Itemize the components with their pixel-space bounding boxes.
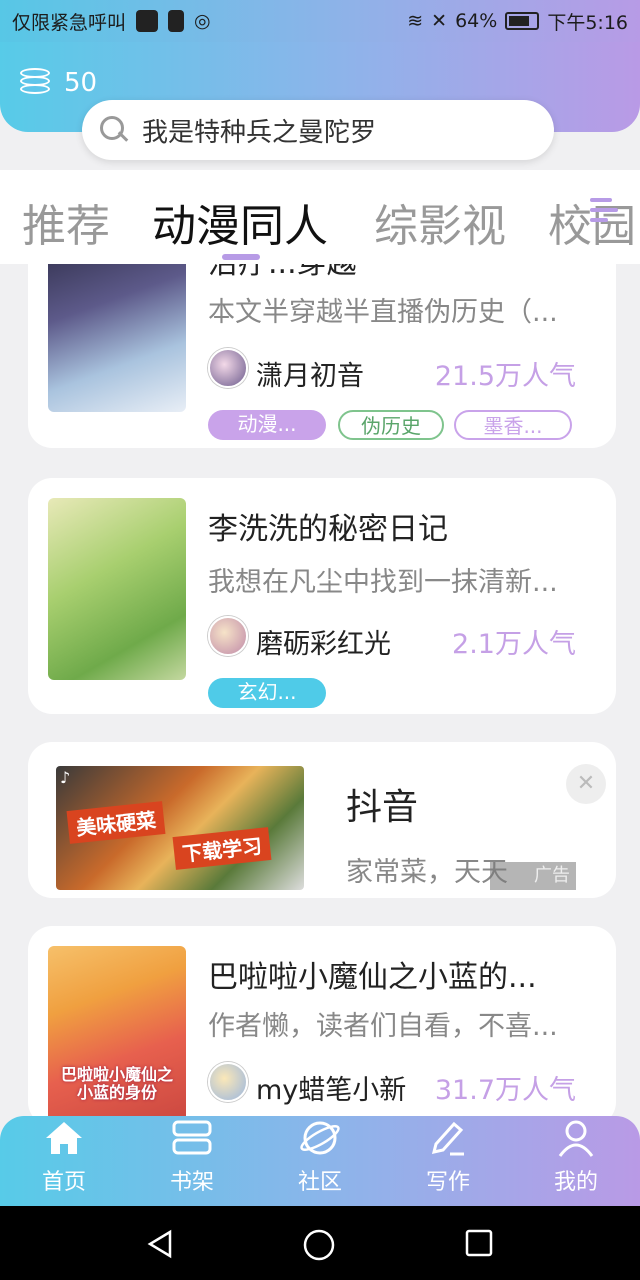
tag[interactable]: 墨香...	[454, 410, 572, 440]
book-cover-text: 巴啦啦小魔仙之小蓝的身份	[60, 1065, 173, 1102]
tab-recommend[interactable]: 推荐	[22, 190, 110, 254]
author-name: my蜡笔小新	[256, 1075, 407, 1106]
author-name: 潇月初音	[256, 361, 364, 392]
home-icon	[46, 1122, 82, 1154]
book-description: 我想在凡尘中找到一抹清新...	[208, 567, 558, 598]
book-description: 本文半穿越半直播伪历史（...	[208, 297, 558, 328]
nav-label: 写作	[425, 1170, 470, 1195]
sd-card-icon	[168, 10, 185, 32]
battery-icon	[505, 12, 540, 30]
nav-profile[interactable]: 我的	[512, 1116, 640, 1206]
douyin-logo-icon: ♪	[60, 768, 71, 787]
nav-label: 社区	[297, 1170, 342, 1195]
battery-percent: 64%	[455, 10, 498, 32]
ad-image-text: 下载学习	[172, 827, 272, 870]
book-card[interactable]: 巴啦啦小魔仙之小蓝的身份 巴啦啦小魔仙之小蓝的... 作者懒，读者们自看，不喜.…	[28, 926, 616, 1126]
book-description: 作者懒，读者们自看，不喜...	[208, 1011, 558, 1042]
app-notification-icon	[136, 10, 159, 32]
book-title: 李洗洗的秘密日记	[208, 512, 448, 547]
nav-label: 书架	[169, 1170, 214, 1195]
category-menu-icon[interactable]	[590, 196, 620, 226]
tag[interactable]: 玄幻...	[208, 678, 326, 708]
tab-film-tv[interactable]: 综影视	[374, 190, 506, 254]
clock: 下午5:16	[547, 11, 628, 34]
wifi-icon: ≋	[407, 10, 424, 32]
popularity: 31.7万人气	[434, 1075, 576, 1106]
nav-label: 首页	[41, 1170, 86, 1195]
coin-count: 50	[64, 68, 98, 98]
status-bar: 仅限紧急呼叫 ◎ ≋ ✕ 64% 下午5:16	[0, 0, 640, 42]
active-tab-indicator	[222, 254, 260, 260]
nav-write[interactable]: 写作	[384, 1116, 512, 1206]
book-cover: 巴啦啦小魔仙之小蓝的身份	[48, 946, 186, 1126]
coins-icon	[20, 66, 54, 100]
tag[interactable]: 动漫...	[208, 410, 326, 440]
nav-community[interactable]: 社区	[256, 1116, 384, 1206]
ad-title: 抖音	[346, 787, 419, 828]
search-icon	[100, 116, 128, 144]
pen-icon	[431, 1121, 464, 1156]
nav-label: 我的	[553, 1170, 598, 1195]
popularity: 2.1万人气	[452, 629, 576, 660]
category-tabs: 推荐 动漫同人 综影视 校园	[0, 170, 640, 264]
book-card[interactable]: 李洗洗的秘密日记 我想在凡尘中找到一抹清新... 磨砺彩红光 2.1万人气 玄幻…	[28, 478, 616, 714]
nav-home[interactable]: 首页	[0, 1116, 128, 1206]
tab-anime-fanfic[interactable]: 动漫同人	[152, 190, 328, 254]
back-icon[interactable]	[144, 1228, 176, 1260]
popularity: 21.5万人气	[434, 361, 576, 392]
avatar	[208, 1062, 248, 1102]
ad-card[interactable]: ♪ 美味硬菜 下载学习 抖音 家常菜，天天 广告 ✕	[28, 742, 616, 898]
coin-balance[interactable]: 50	[20, 66, 97, 100]
search-bar[interactable]: 我是特种兵之曼陀罗	[82, 100, 554, 160]
system-navigation-bar	[0, 1206, 640, 1280]
avatar	[208, 616, 248, 656]
book-cover	[48, 498, 186, 680]
nav-bookshelf[interactable]: 书架	[128, 1116, 256, 1206]
close-icon[interactable]: ✕	[566, 764, 606, 804]
avatar	[208, 348, 248, 388]
bottom-navigation: 首页 书架 社区 写作 我的	[0, 1116, 640, 1206]
ad-image-text: 美味硬菜	[66, 801, 166, 844]
home-button-icon[interactable]	[302, 1228, 336, 1262]
no-signal-icon: ✕	[431, 10, 448, 32]
tag[interactable]: 伪历史	[338, 410, 444, 440]
bookshelf-icon	[172, 1120, 212, 1155]
search-query: 我是特种兵之曼陀罗	[142, 117, 377, 148]
book-title: 巴啦啦小魔仙之小蓝的...	[208, 960, 537, 995]
planet-icon	[300, 1121, 340, 1155]
ad-image: ♪ 美味硬菜 下载学习	[56, 766, 304, 890]
settings-notification-icon: ◎	[194, 10, 211, 32]
carrier-text: 仅限紧急呼叫	[12, 11, 127, 34]
person-icon	[558, 1120, 594, 1157]
ad-badge: 广告	[490, 862, 576, 890]
recent-apps-icon[interactable]	[464, 1228, 494, 1258]
author-name: 磨砺彩红光	[256, 629, 391, 660]
